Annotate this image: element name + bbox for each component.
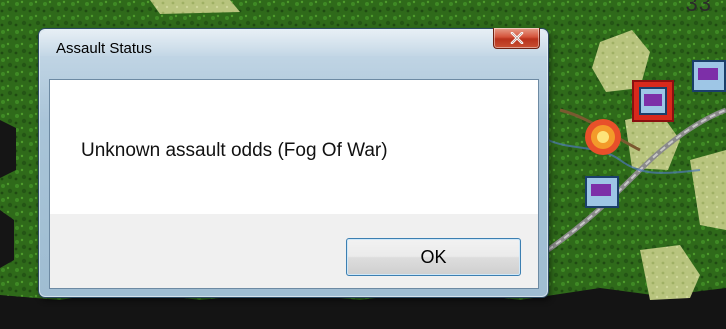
corner-label: 33 <box>685 0 712 16</box>
message-panel: Unknown assault odds (Fog Of War) <box>50 80 538 214</box>
ok-button[interactable]: OK <box>346 238 521 276</box>
dialog-title: Assault Status <box>56 40 152 57</box>
dialog-client-area: Unknown assault odds (Fog Of War) OK <box>49 79 539 289</box>
assault-status-dialog: Assault Status Unknown assault odds (Fog… <box>38 28 549 298</box>
unit-counter-selected[interactable] <box>632 80 674 122</box>
status-message: Unknown assault odds (Fog Of War) <box>81 140 388 161</box>
unit-counter[interactable] <box>692 60 726 92</box>
close-icon <box>510 32 524 44</box>
unit-counter[interactable] <box>585 176 619 208</box>
close-button[interactable] <box>493 28 540 49</box>
